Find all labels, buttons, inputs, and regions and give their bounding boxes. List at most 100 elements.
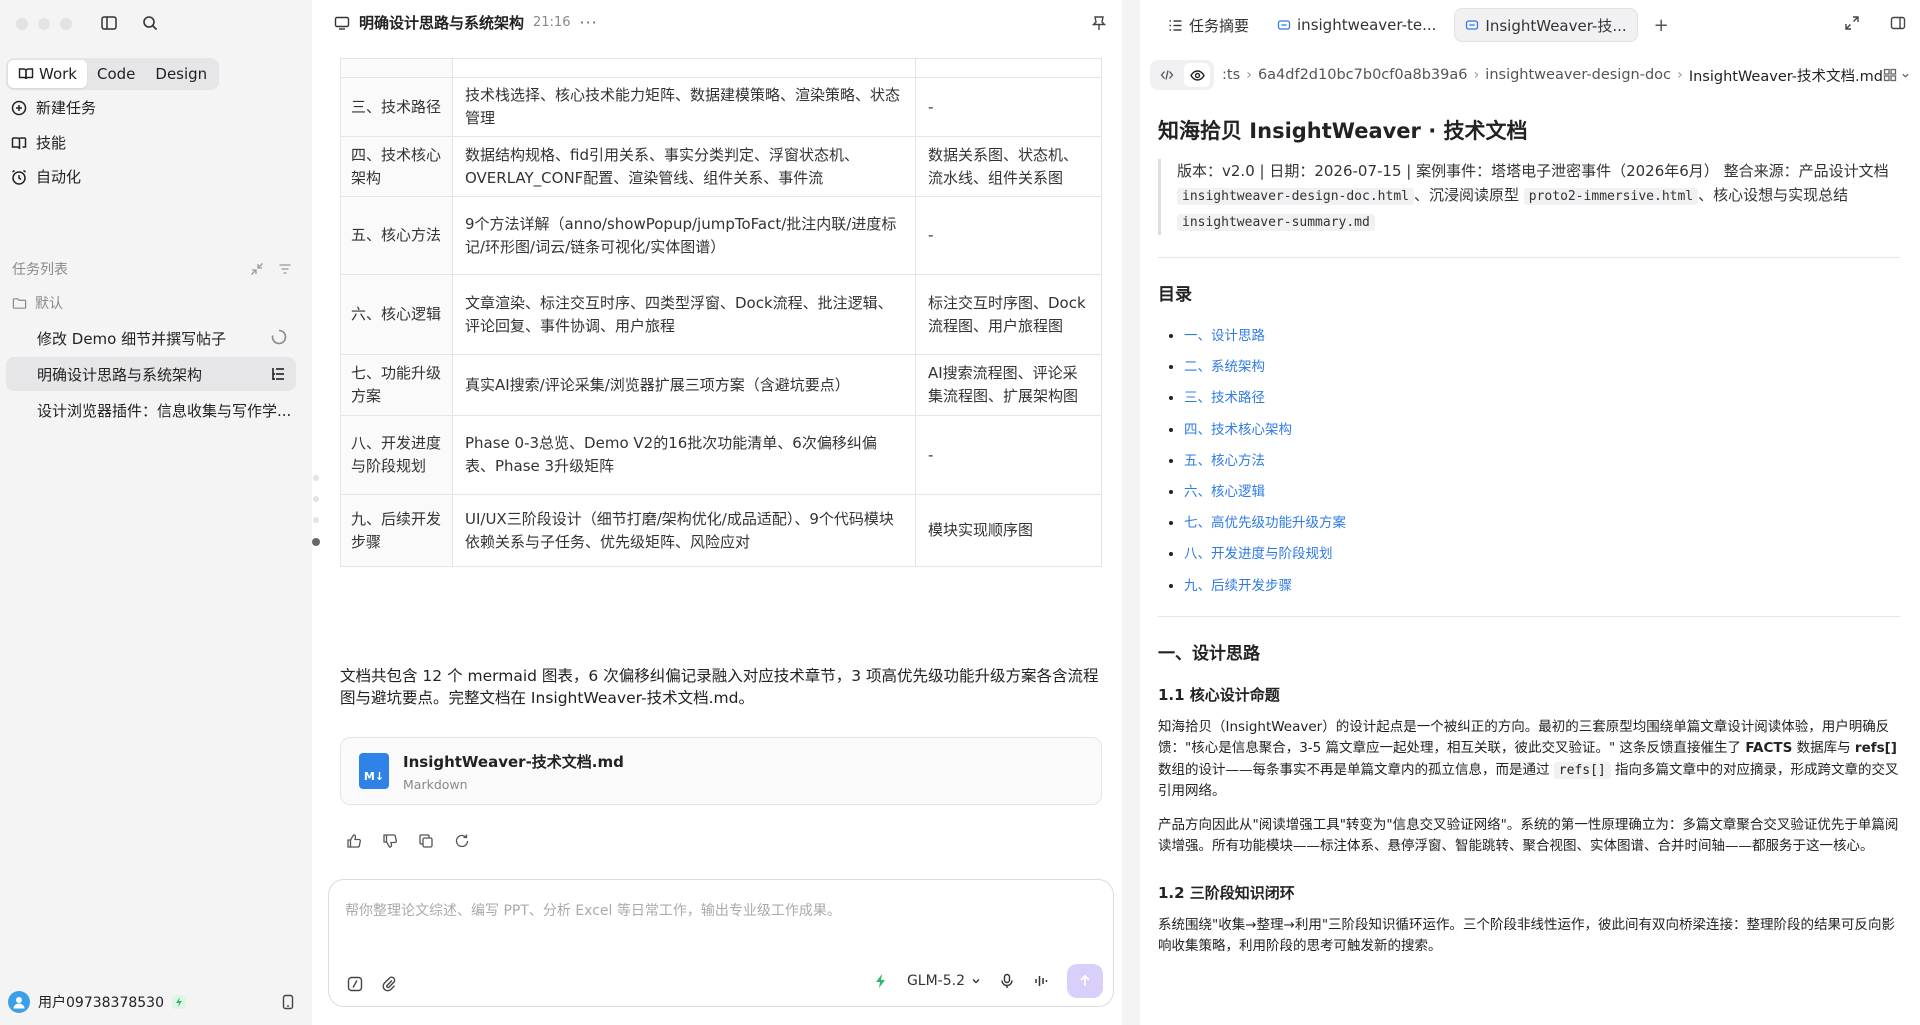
panel-window-tools [1844,15,1906,31]
breadcrumb-item[interactable]: :ts [1222,67,1240,83]
bolt-icon[interactable] [873,973,889,989]
expand-icon[interactable] [1844,15,1860,31]
table-row: 八、开发进度与阶段规划 Phase 0-3总览、Demo V2的16批次功能清单、… [340,415,1102,495]
copy-icon[interactable] [418,833,434,849]
microphone-icon[interactable] [999,973,1015,989]
table-cell: - [915,415,1102,495]
pin-icon[interactable] [1090,14,1108,32]
refresh-icon[interactable] [454,833,470,849]
breadcrumb-item[interactable]: 6a4df2d10bc7b0cf0a8b39a6 [1258,67,1468,83]
book-open-icon [18,68,34,80]
breadcrumb-item[interactable]: insightweaver-design-doc [1485,67,1671,83]
model-selector[interactable]: GLM-5.2 [907,973,981,989]
file-attachment-card[interactable]: M↓ InsightWeaver-技术文档.md Markdown [340,737,1102,805]
nav-automation[interactable]: 自动化 [10,166,81,187]
mode-work[interactable]: Work [8,60,87,88]
nav-new-task[interactable]: 新建任务 [10,97,96,118]
task-outline-icon[interactable] [268,364,288,384]
composer-input[interactable]: 帮你整理论文综述、编写 PPT、分析 Excel 等日常工作，输出专业级工作成果… [345,900,841,920]
table-cell: - [915,77,1102,137]
table-cell: 模块实现顺序图 [915,494,1102,567]
filter-icon[interactable] [278,262,292,276]
nav-skills-label: 技能 [36,134,67,152]
folder-icon [12,297,27,309]
more-options-icon[interactable]: ··· [579,13,597,32]
toc-link[interactable]: 二、系统架构 [1184,352,1900,383]
paperclip-icon[interactable] [381,976,397,992]
mode-code-label: Code [96,65,136,83]
toc-link[interactable]: 一、设计思路 [1184,321,1900,352]
window-controls[interactable] [16,18,72,30]
task-item[interactable]: 设计浏览器插件：信息收集与写作学... [6,393,296,427]
document-content: 知海拾贝 InsightWeaver · 技术文档 版本：v2.0 | 日期：2… [1158,115,1900,958]
tab-label: insightweaver-te... [1297,16,1437,34]
task-label: 修改 Demo 细节并撰写帖子 [37,329,227,348]
model-label: GLM-5.2 [906,973,965,989]
mode-code[interactable]: Code [87,60,145,88]
loading-spinner-icon [271,329,287,345]
add-tab-button[interactable]: + [1646,15,1677,36]
table-cell: 三、技术路径 [340,77,453,137]
username: 用户09738378530 [38,995,164,1011]
folder-default[interactable]: 默认 [12,293,63,313]
alarm-clock-icon [12,169,26,185]
toc-title: 目录 [1158,285,1192,305]
user-profile[interactable]: 用户09738378530 [8,991,296,1013]
collapse-icon[interactable] [250,262,264,276]
toc-link[interactable]: 八、开发进度与阶段规划 [1184,539,1900,570]
document-meta: 版本：v2.0 | 日期：2026-07-15 | 案例事件：塔塔电子泄密事件（… [1158,159,1900,235]
toc-link[interactable]: 六、核心逻辑 [1184,477,1900,508]
mode-design[interactable]: Design [145,60,217,88]
mobile-device-icon[interactable] [280,994,296,1010]
toc-link[interactable]: 九、后续开发步骤 [1184,571,1900,602]
table-cell: 标注交互时序图、Dock流程图、用户旅程图 [915,274,1102,355]
table-row: 五、核心方法 9个方法详解（anno/showPopup/jumpToFact/批… [340,196,1102,275]
composer-tools [347,976,397,992]
voice-wave-icon[interactable] [1033,973,1049,989]
sidebar-toggle-icon[interactable] [100,14,120,34]
toc-link[interactable]: 三、技术路径 [1184,383,1900,414]
scroll-indicator[interactable] [312,475,320,546]
mode-switcher: Work Code Design [6,58,220,90]
tab-file[interactable]: insightweaver-te... [1267,8,1446,42]
section-heading: 一、设计思路 [1158,643,1260,664]
layout-menu[interactable] [1883,68,1910,82]
toc-link[interactable]: 七、高优先级功能升级方案 [1184,508,1900,539]
mode-design-label: Design [155,65,208,83]
search-icon[interactable] [141,14,161,34]
message-composer[interactable]: 帮你整理论文综述、编写 PPT、分析 Excel 等日常工作，输出专业级工作成果… [328,879,1114,1007]
thumbs-up-icon[interactable] [346,833,362,849]
code-view-icon[interactable] [1154,63,1180,87]
file-name: InsightWeaver-技术文档.md [403,752,624,771]
task-list-title: 任务列表 [12,262,68,278]
paragraph: 系统围绕"收集→整理→利用"三阶段知识循环运作。三个阶段非线性运作，彼此间有双向… [1158,916,1896,955]
document-panel: 任务摘要 insightweaver-te... InsightWeaver-技… [1140,0,1920,1025]
panel-layout-icon[interactable] [1890,15,1906,31]
arrow-up-icon [1080,974,1090,986]
send-button[interactable] [1067,964,1103,998]
thumbs-down-icon[interactable] [382,833,398,849]
table-cell: 数据结构规格、fid引用关系、事实分类判定、浮窗状态机、OVERLAY_CONF… [452,136,916,197]
tab-file-active[interactable]: InsightWeaver-技... [1454,8,1638,42]
nav-automation-label: 自动化 [36,168,82,186]
tab-task-summary[interactable]: 任务摘要 [1158,8,1259,42]
slash-command-icon[interactable] [347,976,363,992]
table-of-contents: 一、设计思路 二、系统架构 三、技术路径 四、技术核心架构 五、核心方法 六、核… [1158,321,1900,602]
preview-eye-icon[interactable] [1184,63,1210,87]
task-item[interactable]: 修改 Demo 细节并撰写帖子 [6,321,296,355]
chat-panel: 明确设计思路与系统架构 21:16 ··· 三、技术路径 技术栈选择、核心技术能力… [312,0,1122,1025]
table-cell: UI/UX三阶段设计（细节打磨/架构优化/成品适配）、9个代码模块依赖关系与子任… [452,494,916,567]
paragraph: 知海拾贝（InsightWeaver）的设计起点是一个被纠正的方向。最初的三套原… [1158,718,1899,800]
sidebar: Work Code Design 新建任务 技能 自动化 任务列表 默认 修改 … [0,0,305,1025]
toc-link[interactable]: 四、技术核心架构 [1184,415,1900,446]
tab-label: 任务摘要 [1189,16,1250,35]
table-cell: 9个方法详解（anno/showPopup/jumpToFact/批注内联/进度… [452,196,916,275]
nav-skills[interactable]: 技能 [10,132,66,153]
task-label: 明确设计思路与系统架构 [37,365,203,384]
tab-label: InsightWeaver-技... [1485,16,1627,35]
chat-title: 明确设计思路与系统架构 [359,14,525,32]
table-cell: 真实AI搜索/评论采集/浏览器扩展三项方案（含避坑要点） [452,354,916,416]
toc-link[interactable]: 五、核心方法 [1184,446,1900,477]
task-item-active[interactable]: 明确设计思路与系统架构 [6,357,296,391]
chat-time: 21:16 [533,15,571,30]
